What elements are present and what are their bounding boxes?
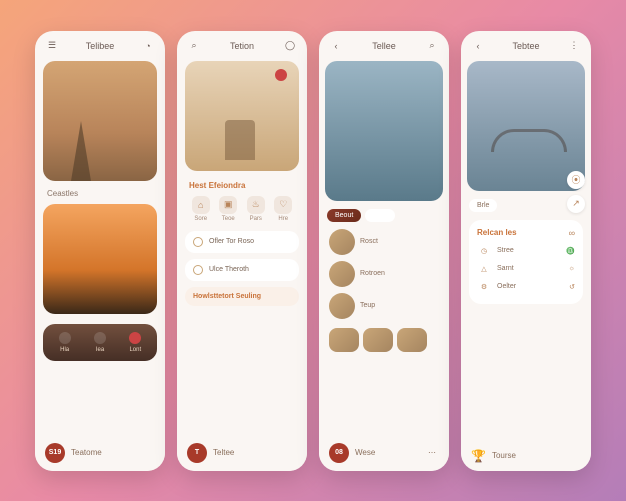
stat-item[interactable]: Lont (129, 332, 141, 353)
category-item[interactable]: ▣Teoe (219, 196, 237, 222)
clock-icon: ◷ (477, 244, 491, 258)
card-title: Relcan les (477, 228, 517, 237)
balloon-icon (275, 69, 287, 81)
stat-item[interactable]: Iea (94, 332, 106, 353)
filter-pill[interactable]: Brle (469, 199, 497, 212)
hero-image[interactable] (43, 61, 157, 181)
phone-screen-3: ‹ Tellee ⌕ Beout Rosct Rotroen Teup 08 W… (319, 31, 449, 471)
search-icon[interactable]: ⌕ (425, 39, 439, 53)
thumb-row: Teup (319, 290, 449, 322)
gallery-thumb[interactable] (329, 328, 359, 352)
avatar-thumb[interactable] (329, 229, 355, 255)
list-item[interactable]: Ulce Theroth (185, 259, 299, 281)
stat-item[interactable]: Hla (59, 332, 71, 353)
topbar: ⌕ Tetion ◯ (177, 31, 307, 57)
bottom-nav: 08 Wese ⋯ (319, 437, 449, 471)
more-icon[interactable]: ⋮ (567, 39, 581, 53)
gallery-thumb[interactable] (363, 328, 393, 352)
category-row: ⌂Sore ▣Teoe ♨Pars ♡Hre (177, 192, 307, 228)
category-item[interactable]: ♨Pars (247, 196, 265, 222)
radio-icon (193, 237, 203, 247)
phone-screen-1: ☰ Telibee ◔ Ceastles Hla Iea Lont S19 Te… (35, 31, 165, 471)
chip-label: Hest Efeiondra (177, 177, 307, 192)
gallery-thumb[interactable] (397, 328, 427, 352)
app-title: Tebtee (512, 41, 539, 51)
thumb-row: Rotroen (319, 258, 449, 290)
topbar: ‹ Tebtee ⋮ (461, 31, 591, 57)
hero-image[interactable] (325, 61, 443, 201)
nav-label[interactable]: Tourse (492, 451, 516, 460)
category-item[interactable]: ⌂Sore (192, 196, 210, 222)
share-icon[interactable]: ↗ (567, 195, 585, 213)
section-label: Ceastles (35, 187, 165, 200)
nav-badge[interactable]: T (187, 443, 207, 463)
nav-badge[interactable]: 08 (329, 443, 349, 463)
category-item[interactable]: ♡Hre (274, 196, 292, 222)
menu-icon[interactable]: ☰ (45, 39, 59, 53)
gallery-row (319, 322, 449, 355)
flame-icon: △ (477, 262, 491, 276)
avatar-thumb[interactable] (329, 261, 355, 287)
search-icon[interactable]: ⌕ (187, 39, 201, 53)
list-item[interactable]: Ofler Tor Roso (185, 231, 299, 253)
side-actions: ⦿ ↗ (567, 171, 585, 213)
banner[interactable]: Howlsttetort Seuling (185, 287, 299, 306)
filter-pill[interactable] (365, 209, 395, 222)
phone-screen-2: ⌕ Tetion ◯ Hest Efeiondra ⌂Sore ▣Teoe ♨P… (177, 31, 307, 471)
nav-label[interactable]: Teatome (71, 448, 102, 457)
app-title: Telibee (86, 41, 115, 51)
thumb-label: Rotroen (360, 270, 385, 277)
back-icon[interactable]: ‹ (471, 39, 485, 53)
topbar: ‹ Tellee ⌕ (319, 31, 449, 57)
back-icon[interactable]: ‹ (329, 39, 343, 53)
bell-icon[interactable]: ◔ (141, 39, 155, 53)
pin-icon[interactable]: ⦿ (567, 171, 585, 189)
topbar: ☰ Telibee ◔ (35, 31, 165, 57)
link-icon[interactable]: ∞ (569, 228, 575, 238)
hero-image[interactable] (185, 61, 299, 171)
food-icon: ♨ (247, 196, 265, 214)
bottom-nav: T Teltee (177, 437, 307, 471)
phone-screen-4: ‹ Tebtee ⋮ ⦿ ↗ Brle Relcan les ∞ ◷ Stree… (461, 31, 591, 471)
stats-panel: Hla Iea Lont (43, 324, 157, 361)
info-row[interactable]: △ Sarnt ☼ (477, 260, 575, 278)
gear-icon: ⚙ (477, 280, 491, 294)
nav-label[interactable]: Teltee (213, 448, 234, 457)
thumb-row: Rosct (319, 226, 449, 258)
secondary-image[interactable] (43, 204, 157, 314)
filter-pill-active[interactable]: Beout (327, 209, 361, 222)
heart-icon: ♡ (274, 196, 292, 214)
camera-icon: ▣ (219, 196, 237, 214)
cup-icon[interactable]: 🏆 (471, 449, 486, 463)
arrow-icon: ↺ (569, 283, 575, 291)
balance-icon: ♎ (566, 247, 575, 255)
info-row[interactable]: ◷ Stree ♎ (477, 242, 575, 260)
profile-icon[interactable]: ◯ (283, 39, 297, 53)
thumb-label: Teup (360, 302, 375, 309)
info-row[interactable]: ⚙ Oelter ↺ (477, 278, 575, 296)
app-title: Tetion (230, 41, 254, 51)
hotel-icon: ⌂ (192, 196, 210, 214)
info-card: Relcan les ∞ ◷ Stree ♎ △ Sarnt ☼ ⚙ Oelte… (469, 220, 583, 304)
bottom-nav: S19 Teatome (35, 437, 165, 471)
options-icon[interactable]: ⋯ (425, 446, 439, 460)
filter-row: Beout (319, 205, 449, 226)
nav-badge[interactable]: S19 (45, 443, 65, 463)
bottom-nav: 🏆 Tourse (461, 443, 591, 471)
radio-icon (193, 265, 203, 275)
app-title: Tellee (372, 41, 396, 51)
nav-label[interactable]: Wese (355, 448, 375, 457)
sun-icon: ☼ (569, 265, 575, 272)
avatar-thumb[interactable] (329, 293, 355, 319)
thumb-label: Rosct (360, 238, 378, 245)
